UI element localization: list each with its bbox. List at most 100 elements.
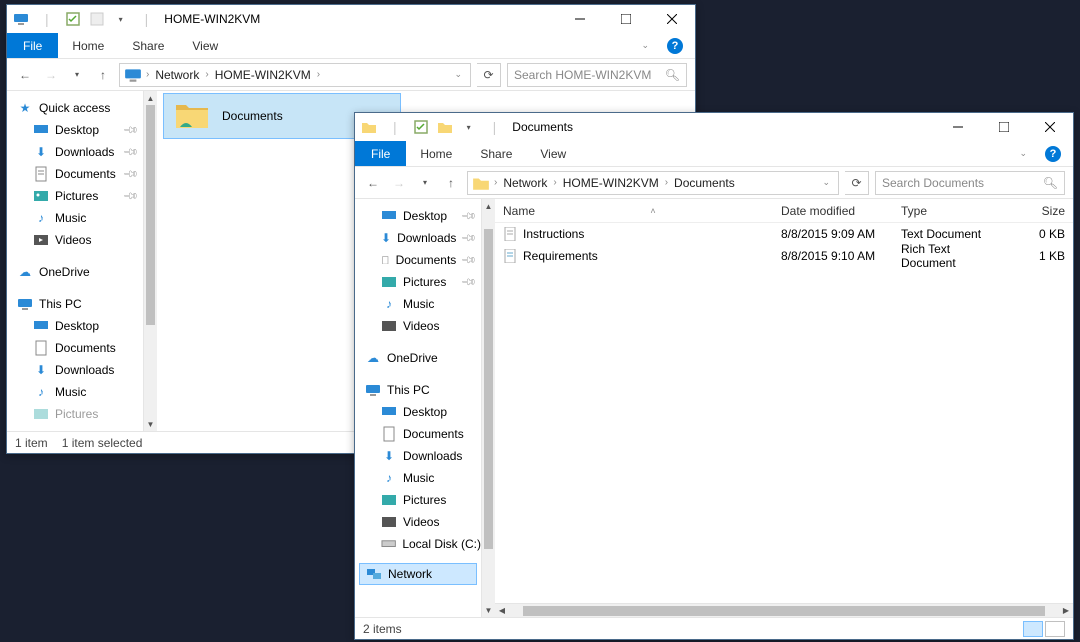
- recent-dropdown-icon[interactable]: ▾: [415, 173, 435, 193]
- breadcrumb-network[interactable]: Network: [149, 68, 205, 82]
- properties-icon[interactable]: [413, 119, 429, 135]
- nav-downloads[interactable]: ⬇Downloads📌︎: [359, 227, 481, 249]
- nav-desktop2[interactable]: Desktop: [11, 315, 143, 337]
- ribbon-expand-icon[interactable]: ⌄: [627, 33, 663, 58]
- scroll-thumb[interactable]: [484, 229, 493, 549]
- titlebar[interactable]: | ▾ | Documents: [355, 113, 1073, 141]
- search-input[interactable]: Search HOME-WIN2KVM 🔍︎: [507, 63, 687, 87]
- column-date[interactable]: Date modified: [773, 204, 893, 218]
- scrollbar-horizontal[interactable]: ◀ ▶: [495, 603, 1073, 617]
- search-icon[interactable]: 🔍︎: [1043, 176, 1058, 190]
- nav-music[interactable]: ♪Music: [11, 207, 143, 229]
- nav-pictures2[interactable]: Pictures: [11, 403, 143, 425]
- nav-downloads2[interactable]: ⬇Downloads: [11, 359, 143, 381]
- breadcrumb-network[interactable]: Network: [497, 176, 553, 190]
- column-name[interactable]: Name˄: [495, 204, 773, 218]
- column-headers[interactable]: Name˄ Date modified Type Size: [495, 199, 1073, 223]
- nav-pictures[interactable]: Pictures📌︎: [11, 185, 143, 207]
- breadcrumb-host[interactable]: HOME-WIN2KVM: [209, 68, 317, 82]
- tab-file[interactable]: File: [355, 141, 406, 166]
- nav-music2[interactable]: ♪Music: [359, 467, 481, 489]
- scroll-up-icon[interactable]: ▲: [482, 199, 495, 213]
- nav-music[interactable]: ♪Music: [359, 293, 481, 315]
- tab-home[interactable]: Home: [406, 141, 466, 166]
- qat-dropdown-icon[interactable]: ▾: [461, 119, 477, 135]
- nav-localdisk[interactable]: Local Disk (C:): [359, 533, 481, 555]
- table-row[interactable]: Requirements 8/8/2015 9:10 AM Rich Text …: [495, 245, 1073, 267]
- nav-pictures2[interactable]: Pictures: [359, 489, 481, 511]
- scroll-up-icon[interactable]: ▲: [144, 91, 157, 105]
- scroll-down-icon[interactable]: ▼: [482, 603, 495, 617]
- up-button[interactable]: ↑: [441, 173, 461, 193]
- ribbon-expand-icon[interactable]: ⌄: [1005, 141, 1041, 166]
- scroll-thumb[interactable]: [146, 105, 155, 325]
- refresh-button[interactable]: ⟳: [477, 63, 501, 87]
- nav-documents2[interactable]: Documents: [11, 337, 143, 359]
- view-icons-button[interactable]: [1045, 621, 1065, 637]
- nav-desktop[interactable]: Desktop📌︎: [359, 205, 481, 227]
- search-input[interactable]: Search Documents 🔍︎: [875, 171, 1065, 195]
- scroll-thumb[interactable]: [523, 606, 1045, 616]
- back-button[interactable]: ←: [15, 65, 35, 85]
- breadcrumb-dropdown-icon[interactable]: ⌄: [818, 177, 834, 188]
- recent-dropdown-icon[interactable]: ▾: [67, 65, 87, 85]
- nav-documents2[interactable]: Documents: [359, 423, 481, 445]
- tab-share[interactable]: Share: [466, 141, 526, 166]
- nav-downloads2[interactable]: ⬇Downloads: [359, 445, 481, 467]
- nav-quick-access[interactable]: ★Quick access: [11, 97, 143, 119]
- tab-home[interactable]: Home: [58, 33, 118, 58]
- nav-onedrive[interactable]: ☁OneDrive: [11, 261, 143, 283]
- nav-desktop[interactable]: Desktop📌︎: [11, 119, 143, 141]
- scrollbar-vertical[interactable]: ▲ ▼: [143, 91, 157, 431]
- close-button[interactable]: [649, 5, 695, 33]
- nav-videos[interactable]: Videos: [359, 315, 481, 337]
- help-button[interactable]: ?: [1041, 141, 1065, 166]
- nav-onedrive[interactable]: ☁OneDrive: [359, 347, 481, 369]
- scrollbar-vertical[interactable]: ▲ ▼: [481, 199, 495, 617]
- minimize-button[interactable]: [557, 5, 603, 33]
- nav-desktop2[interactable]: Desktop: [359, 401, 481, 423]
- view-details-button[interactable]: [1023, 621, 1043, 637]
- blank-qat-icon[interactable]: [89, 11, 105, 27]
- breadcrumb-documents[interactable]: Documents: [668, 176, 741, 190]
- chevron-right-icon[interactable]: ›: [317, 69, 320, 80]
- breadcrumb[interactable]: › Network › HOME-WIN2KVM › ⌄: [119, 63, 471, 87]
- scroll-right-icon[interactable]: ▶: [1059, 606, 1073, 615]
- navigation-pane[interactable]: Desktop📌︎ ⬇Downloads📌︎ Documents📌︎ Pictu…: [355, 199, 495, 617]
- breadcrumb-dropdown-icon[interactable]: ⌄: [450, 69, 466, 80]
- nav-downloads[interactable]: ⬇Downloads📌︎: [11, 141, 143, 163]
- maximize-button[interactable]: [603, 5, 649, 33]
- nav-thispc[interactable]: This PC: [359, 379, 481, 401]
- close-button[interactable]: [1027, 113, 1073, 141]
- search-icon[interactable]: 🔍︎: [665, 68, 680, 82]
- column-type[interactable]: Type: [893, 204, 1013, 218]
- properties-icon[interactable]: [65, 11, 81, 27]
- back-button[interactable]: ←: [363, 173, 383, 193]
- content-area[interactable]: Name˄ Date modified Type Size Instructio…: [495, 199, 1073, 617]
- forward-button[interactable]: →: [389, 173, 409, 193]
- help-button[interactable]: ?: [663, 33, 687, 58]
- forward-button[interactable]: →: [41, 65, 61, 85]
- nav-thispc[interactable]: This PC: [11, 293, 143, 315]
- scroll-down-icon[interactable]: ▼: [144, 417, 157, 431]
- refresh-button[interactable]: ⟳: [845, 171, 869, 195]
- nav-videos2[interactable]: Videos: [359, 511, 481, 533]
- nav-videos[interactable]: Videos: [11, 229, 143, 251]
- breadcrumb[interactable]: › Network › HOME-WIN2KVM › Documents ⌄: [467, 171, 839, 195]
- column-size[interactable]: Size: [1013, 204, 1073, 218]
- nav-network[interactable]: Network: [359, 563, 477, 585]
- titlebar[interactable]: | ▾ | HOME-WIN2KVM: [7, 5, 695, 33]
- tab-view[interactable]: View: [178, 33, 232, 58]
- up-button[interactable]: ↑: [93, 65, 113, 85]
- nav-music2[interactable]: ♪Music: [11, 381, 143, 403]
- nav-documents[interactable]: Documents📌︎: [11, 163, 143, 185]
- nav-pictures[interactable]: Pictures📌︎: [359, 271, 481, 293]
- breadcrumb-host[interactable]: HOME-WIN2KVM: [557, 176, 665, 190]
- tab-view[interactable]: View: [526, 141, 580, 166]
- scroll-left-icon[interactable]: ◀: [495, 606, 509, 615]
- minimize-button[interactable]: [935, 113, 981, 141]
- nav-documents[interactable]: Documents📌︎: [359, 249, 481, 271]
- qat-dropdown-icon[interactable]: ▾: [113, 11, 129, 27]
- folder-qat-icon[interactable]: [437, 119, 453, 135]
- navigation-pane[interactable]: ★Quick access Desktop📌︎ ⬇Downloads📌︎ Doc…: [7, 91, 157, 431]
